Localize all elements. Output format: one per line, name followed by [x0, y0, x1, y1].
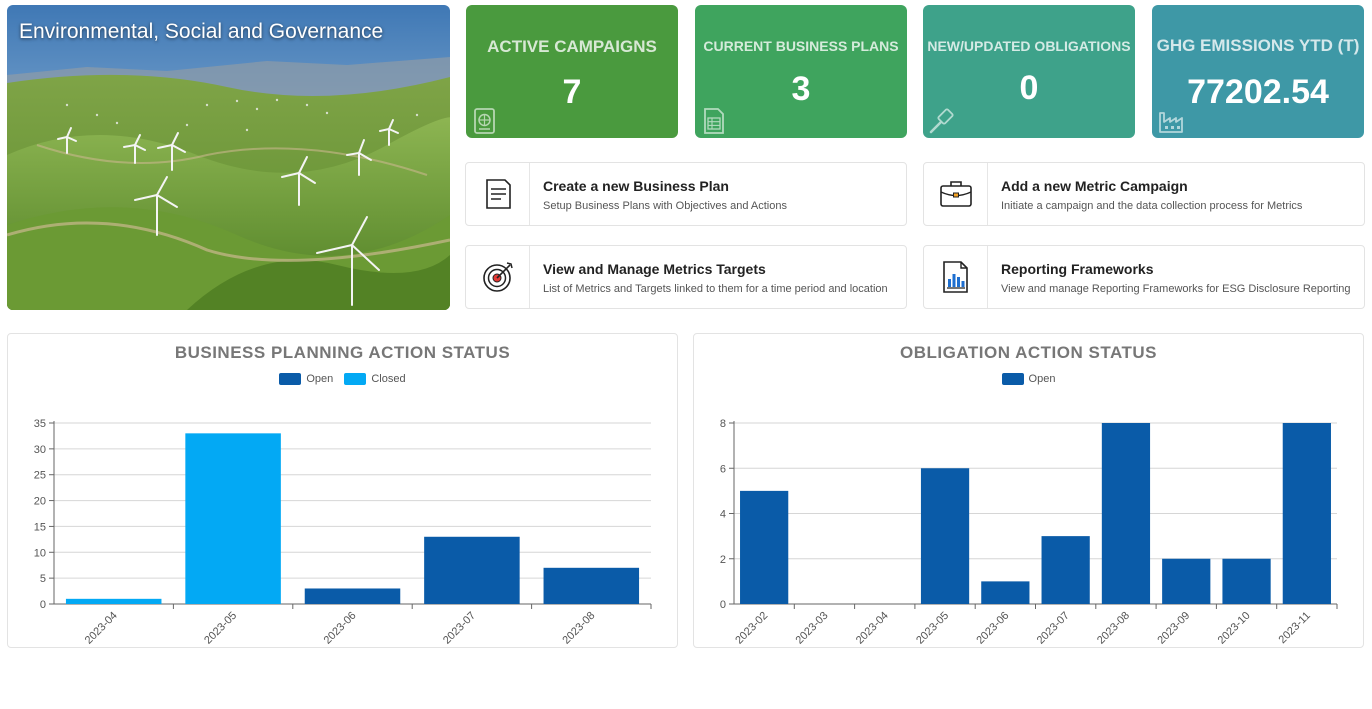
- y-tick-label: 35: [34, 418, 46, 430]
- spreadsheet-icon: [704, 108, 724, 134]
- card-icon-box: [466, 246, 530, 308]
- bar-open[interactable]: [1101, 423, 1151, 604]
- x-tick-label: 2023-04: [854, 610, 891, 647]
- kpi-active-campaigns[interactable]: ACTIVE CAMPAIGNS 7: [466, 5, 678, 138]
- x-tick-label: 2023-03: [794, 610, 831, 647]
- x-tick-label: 2023-05: [914, 610, 951, 647]
- report-chart-icon: [942, 261, 968, 293]
- bar-open[interactable]: [920, 468, 970, 604]
- bar-open[interactable]: [424, 536, 520, 604]
- card-subtitle: View and manage Reporting Frameworks for…: [1001, 283, 1351, 295]
- business-planning-bar-chart: 0 5 10 15 20 25 30 35 2023-04 2023-05 2023-06 2023-…: [34, 418, 652, 647]
- bar-open[interactable]: [304, 588, 401, 604]
- briefcase-icon: [939, 181, 972, 207]
- card-title: View and Manage Metrics Targets: [543, 261, 766, 277]
- business-planning-chart-panel: BUSINESS PLANNING ACTION STATUS Open Clo…: [7, 333, 678, 648]
- document-icon: [485, 179, 511, 209]
- x-tick-label: 2023-11: [1277, 610, 1313, 646]
- kpi-label: ACTIVE CAMPAIGNS: [487, 37, 657, 56]
- x-tick-label: 2023-06: [322, 610, 359, 647]
- card-subtitle: Setup Business Plans with Objectives and…: [543, 200, 787, 212]
- hero-title: Environmental, Social and Governance: [19, 20, 384, 43]
- y-tick-label: 0: [40, 599, 46, 611]
- obligation-chart-panel: OBLIGATION ACTION STATUS Open 0 2 4 6 8 2023-…: [693, 333, 1364, 648]
- y-tick-label: 30: [34, 444, 46, 456]
- kpi-label: NEW/UPDATED OBLIGATIONS: [927, 38, 1131, 54]
- bar-open[interactable]: [981, 581, 1030, 604]
- bar-open[interactable]: [543, 567, 640, 604]
- card-icon-box: [924, 246, 988, 308]
- x-tick-label: 2023-07: [1035, 610, 1072, 647]
- bar-closed[interactable]: [65, 598, 162, 604]
- y-tick-label: 6: [720, 463, 726, 475]
- passport-icon: [474, 108, 495, 134]
- card-title: Reporting Frameworks: [1001, 261, 1154, 277]
- kpi-ghg-emissions-ytd[interactable]: GHG EMISSIONS YTD (T) 77202.54: [1152, 5, 1364, 138]
- bar-closed[interactable]: [185, 433, 281, 604]
- y-tick-label: 20: [34, 496, 46, 508]
- kpi-value: 0: [1019, 69, 1039, 107]
- kpi-label: CURRENT BUSINESS PLANS: [703, 38, 899, 54]
- y-tick-label: 5: [40, 573, 46, 585]
- card-icon-box: [924, 163, 988, 225]
- reporting-frameworks-card[interactable]: Reporting Frameworks View and manage Rep…: [923, 245, 1365, 309]
- bar-open[interactable]: [1041, 536, 1090, 604]
- kpi-value: 3: [791, 70, 811, 108]
- bar-open[interactable]: [1222, 558, 1271, 604]
- target-icon: [482, 262, 513, 292]
- hero-banner: Environmental, Social and Governance: [7, 5, 450, 310]
- y-tick-label: 8: [720, 418, 726, 430]
- kpi-current-business-plans[interactable]: CURRENT BUSINESS PLANS 3: [695, 5, 907, 138]
- y-tick-label: 2: [720, 554, 726, 566]
- x-tick-label: 2023-08: [560, 610, 597, 647]
- x-tick-label: 2023-06: [974, 610, 1011, 647]
- x-tick-label: 2023-09: [1155, 610, 1192, 647]
- wind-farm-landscape-image: [7, 5, 450, 310]
- card-subtitle: Initiate a campaign and the data collect…: [1001, 200, 1303, 212]
- bar-open[interactable]: [740, 490, 789, 604]
- x-tick-label: 2023-07: [441, 610, 478, 647]
- obligation-bar-chart: 0 2 4 6 8 2023-02 2023-03 2023-04 2023-05 2023-06…: [720, 418, 1338, 647]
- card-subtitle: List of Metrics and Targets linked to th…: [543, 283, 888, 295]
- card-title: Add a new Metric Campaign: [1001, 178, 1188, 194]
- y-tick-label: 4: [720, 509, 726, 521]
- factory-icon: [1159, 112, 1183, 133]
- y-tick-label: 25: [34, 470, 46, 482]
- kpi-label: GHG EMISSIONS YTD (T): [1156, 36, 1360, 55]
- add-metric-campaign-card[interactable]: Add a new Metric Campaign Initiate a cam…: [923, 162, 1365, 226]
- x-tick-label: 2023-04: [83, 610, 120, 647]
- card-title: Create a new Business Plan: [543, 178, 729, 194]
- x-tick-label: 2023-05: [202, 610, 239, 647]
- create-business-plan-card[interactable]: Create a new Business Plan Setup Busines…: [465, 162, 907, 226]
- x-tick-label: 2023-08: [1095, 610, 1132, 647]
- y-tick-label: 15: [34, 521, 46, 533]
- y-tick-label: 10: [34, 547, 46, 559]
- view-metrics-targets-card[interactable]: View and Manage Metrics Targets List of …: [465, 245, 907, 309]
- card-icon-box: [466, 163, 530, 225]
- y-tick-label: 0: [720, 599, 726, 611]
- kpi-new-updated-obligations[interactable]: NEW/UPDATED OBLIGATIONS 0: [923, 5, 1135, 138]
- x-tick-label: 2023-10: [1216, 610, 1253, 647]
- bar-open[interactable]: [1162, 558, 1211, 604]
- x-tick-label: 2023-02: [733, 610, 770, 647]
- bar-open[interactable]: [1282, 423, 1331, 604]
- gavel-icon: [929, 108, 954, 134]
